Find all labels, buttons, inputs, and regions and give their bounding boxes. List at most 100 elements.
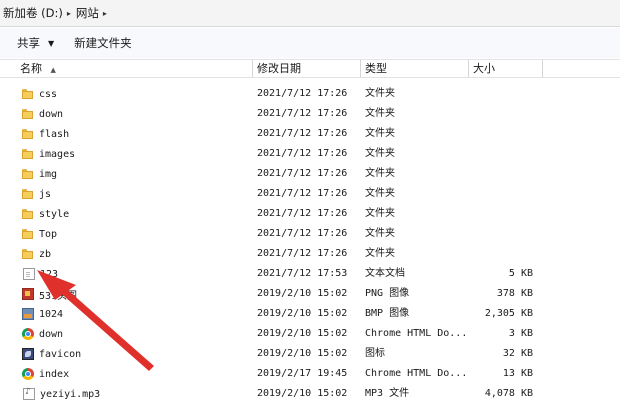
column-header-name-label: 名称 <box>20 62 42 75</box>
column-header-date-label: 修改日期 <box>257 62 301 75</box>
column-header-size[interactable]: 大小 <box>468 60 542 77</box>
file-name: flash <box>39 128 70 140</box>
list-item[interactable]: 123 2021/7/12 17:53 文本文档 5 KB <box>0 264 620 284</box>
file-type: 文本文档 <box>365 268 405 279</box>
breadcrumb: 新加卷 (D:) ▸ 网站 ▸ <box>0 0 620 27</box>
file-size: 2,305 KB <box>484 308 533 319</box>
file-type: 文件夹 <box>365 228 395 239</box>
png-image-icon <box>22 288 34 300</box>
new-folder-button[interactable]: 新建文件夹 <box>74 35 132 51</box>
share-button[interactable]: 共享 ▼ <box>17 35 54 51</box>
file-size: 5 KB <box>508 268 533 279</box>
bmp-image-icon <box>22 308 34 320</box>
file-date: 2019/2/10 15:02 <box>257 388 348 399</box>
breadcrumb-item-drive[interactable]: 新加卷 (D:) <box>2 5 64 21</box>
file-name: index <box>39 368 70 380</box>
file-date: 2021/7/12 17:26 <box>257 248 348 259</box>
list-item[interactable]: down 2019/2/10 15:02 Chrome HTML Do... 3… <box>0 324 620 344</box>
list-item[interactable]: css 2021/7/12 17:26 文件夹 <box>0 84 620 104</box>
file-size: 13 KB <box>502 368 533 379</box>
new-folder-label: 新建文件夹 <box>74 36 132 50</box>
list-item[interactable]: down 2021/7/12 17:26 文件夹 <box>0 104 620 124</box>
file-date: 2021/7/12 17:26 <box>257 168 348 179</box>
folder-icon <box>22 248 34 260</box>
file-name: js <box>39 188 52 200</box>
list-item[interactable]: 531头图 2019/2/10 15:02 PNG 图像 378 KB <box>0 284 620 304</box>
file-name: down <box>39 328 64 340</box>
sort-ascending-icon: ▲ <box>50 66 56 74</box>
file-type: 文件夹 <box>365 248 395 259</box>
column-divider[interactable] <box>542 60 547 77</box>
file-date: 2021/7/12 17:53 <box>257 268 348 279</box>
file-date: 2021/7/12 17:26 <box>257 108 348 119</box>
column-header-row: 名称 ▲ 修改日期 类型 大小 <box>0 59 620 78</box>
file-size: 4,078 KB <box>484 388 533 399</box>
file-type: BMP 图像 <box>365 308 410 319</box>
file-name: favicon <box>39 348 82 360</box>
chevron-down-icon: ▼ <box>48 38 55 48</box>
file-type: 文件夹 <box>365 108 395 119</box>
column-header-type[interactable]: 类型 <box>360 60 468 77</box>
share-label: 共享 <box>17 36 40 50</box>
file-name: img <box>39 168 58 180</box>
file-date: 2019/2/10 15:02 <box>257 288 348 299</box>
list-item[interactable]: 1024 2019/2/10 15:02 BMP 图像 2,305 KB <box>0 304 620 324</box>
list-item[interactable]: style 2021/7/12 17:26 文件夹 <box>0 204 620 224</box>
file-date: 2021/7/12 17:26 <box>257 208 348 219</box>
list-item[interactable]: yeziyi.mp3 2019/2/10 15:02 MP3 文件 4,078 … <box>0 384 620 404</box>
file-size: 32 KB <box>502 348 533 359</box>
column-header-name[interactable]: 名称 ▲ <box>16 60 252 77</box>
list-item[interactable]: zb 2021/7/12 17:26 文件夹 <box>0 244 620 264</box>
column-header-type-label: 类型 <box>365 62 387 75</box>
command-toolbar: 共享 ▼ 新建文件夹 <box>0 28 620 58</box>
list-item[interactable]: Top 2021/7/12 17:26 文件夹 <box>0 224 620 244</box>
list-item[interactable]: js 2021/7/12 17:26 文件夹 <box>0 184 620 204</box>
folder-icon <box>22 88 34 100</box>
breadcrumb-separator-icon[interactable]: ▸ <box>67 9 71 18</box>
file-name: 531头图 <box>39 290 78 302</box>
list-item[interactable]: img 2021/7/12 17:26 文件夹 <box>0 164 620 184</box>
file-date: 2019/2/10 15:02 <box>257 328 348 339</box>
file-list: css 2021/7/12 17:26 文件夹 down 2021/7/12 1… <box>0 84 620 404</box>
file-name: 1024 <box>39 308 64 320</box>
file-date: 2021/7/12 17:26 <box>257 148 348 159</box>
mp3-file-icon <box>23 387 35 400</box>
file-name: zb <box>39 248 52 260</box>
file-date: 2021/7/12 17:26 <box>257 228 348 239</box>
file-type: 文件夹 <box>365 188 395 199</box>
chrome-html-icon <box>22 328 34 340</box>
file-type: 文件夹 <box>365 88 395 99</box>
file-date: 2019/2/10 15:02 <box>257 348 348 359</box>
file-size: 3 KB <box>508 328 533 339</box>
folder-icon <box>22 108 34 120</box>
file-name: style <box>39 208 70 220</box>
file-type: 文件夹 <box>365 208 395 219</box>
folder-icon <box>22 188 34 200</box>
column-header-date[interactable]: 修改日期 <box>252 60 360 77</box>
file-type: PNG 图像 <box>365 288 410 299</box>
folder-icon <box>22 168 34 180</box>
file-size: 378 KB <box>496 288 533 299</box>
folder-icon <box>22 128 34 140</box>
file-date: 2021/7/12 17:26 <box>257 188 348 199</box>
folder-icon <box>22 208 34 220</box>
favicon-icon <box>22 348 34 360</box>
file-name: css <box>39 88 58 100</box>
breadcrumb-item-website[interactable]: 网站 <box>75 5 100 21</box>
file-date: 2021/7/12 17:26 <box>257 88 348 99</box>
text-file-icon <box>23 268 35 280</box>
list-item[interactable]: index 2019/2/17 19:45 Chrome HTML Do... … <box>0 364 620 384</box>
file-type: 文件夹 <box>365 128 395 139</box>
breadcrumb-separator-icon[interactable]: ▸ <box>103 9 107 18</box>
file-name: images <box>39 148 76 160</box>
file-date: 2019/2/10 15:02 <box>257 308 348 319</box>
list-item[interactable]: favicon 2019/2/10 15:02 图标 32 KB <box>0 344 620 364</box>
file-type: Chrome HTML Do... <box>365 368 468 379</box>
file-name: down <box>39 108 64 120</box>
folder-icon <box>22 228 34 240</box>
file-type: Chrome HTML Do... <box>365 328 468 339</box>
file-type: MP3 文件 <box>365 388 410 399</box>
file-date: 2021/7/12 17:26 <box>257 128 348 139</box>
list-item[interactable]: flash 2021/7/12 17:26 文件夹 <box>0 124 620 144</box>
list-item[interactable]: images 2021/7/12 17:26 文件夹 <box>0 144 620 164</box>
